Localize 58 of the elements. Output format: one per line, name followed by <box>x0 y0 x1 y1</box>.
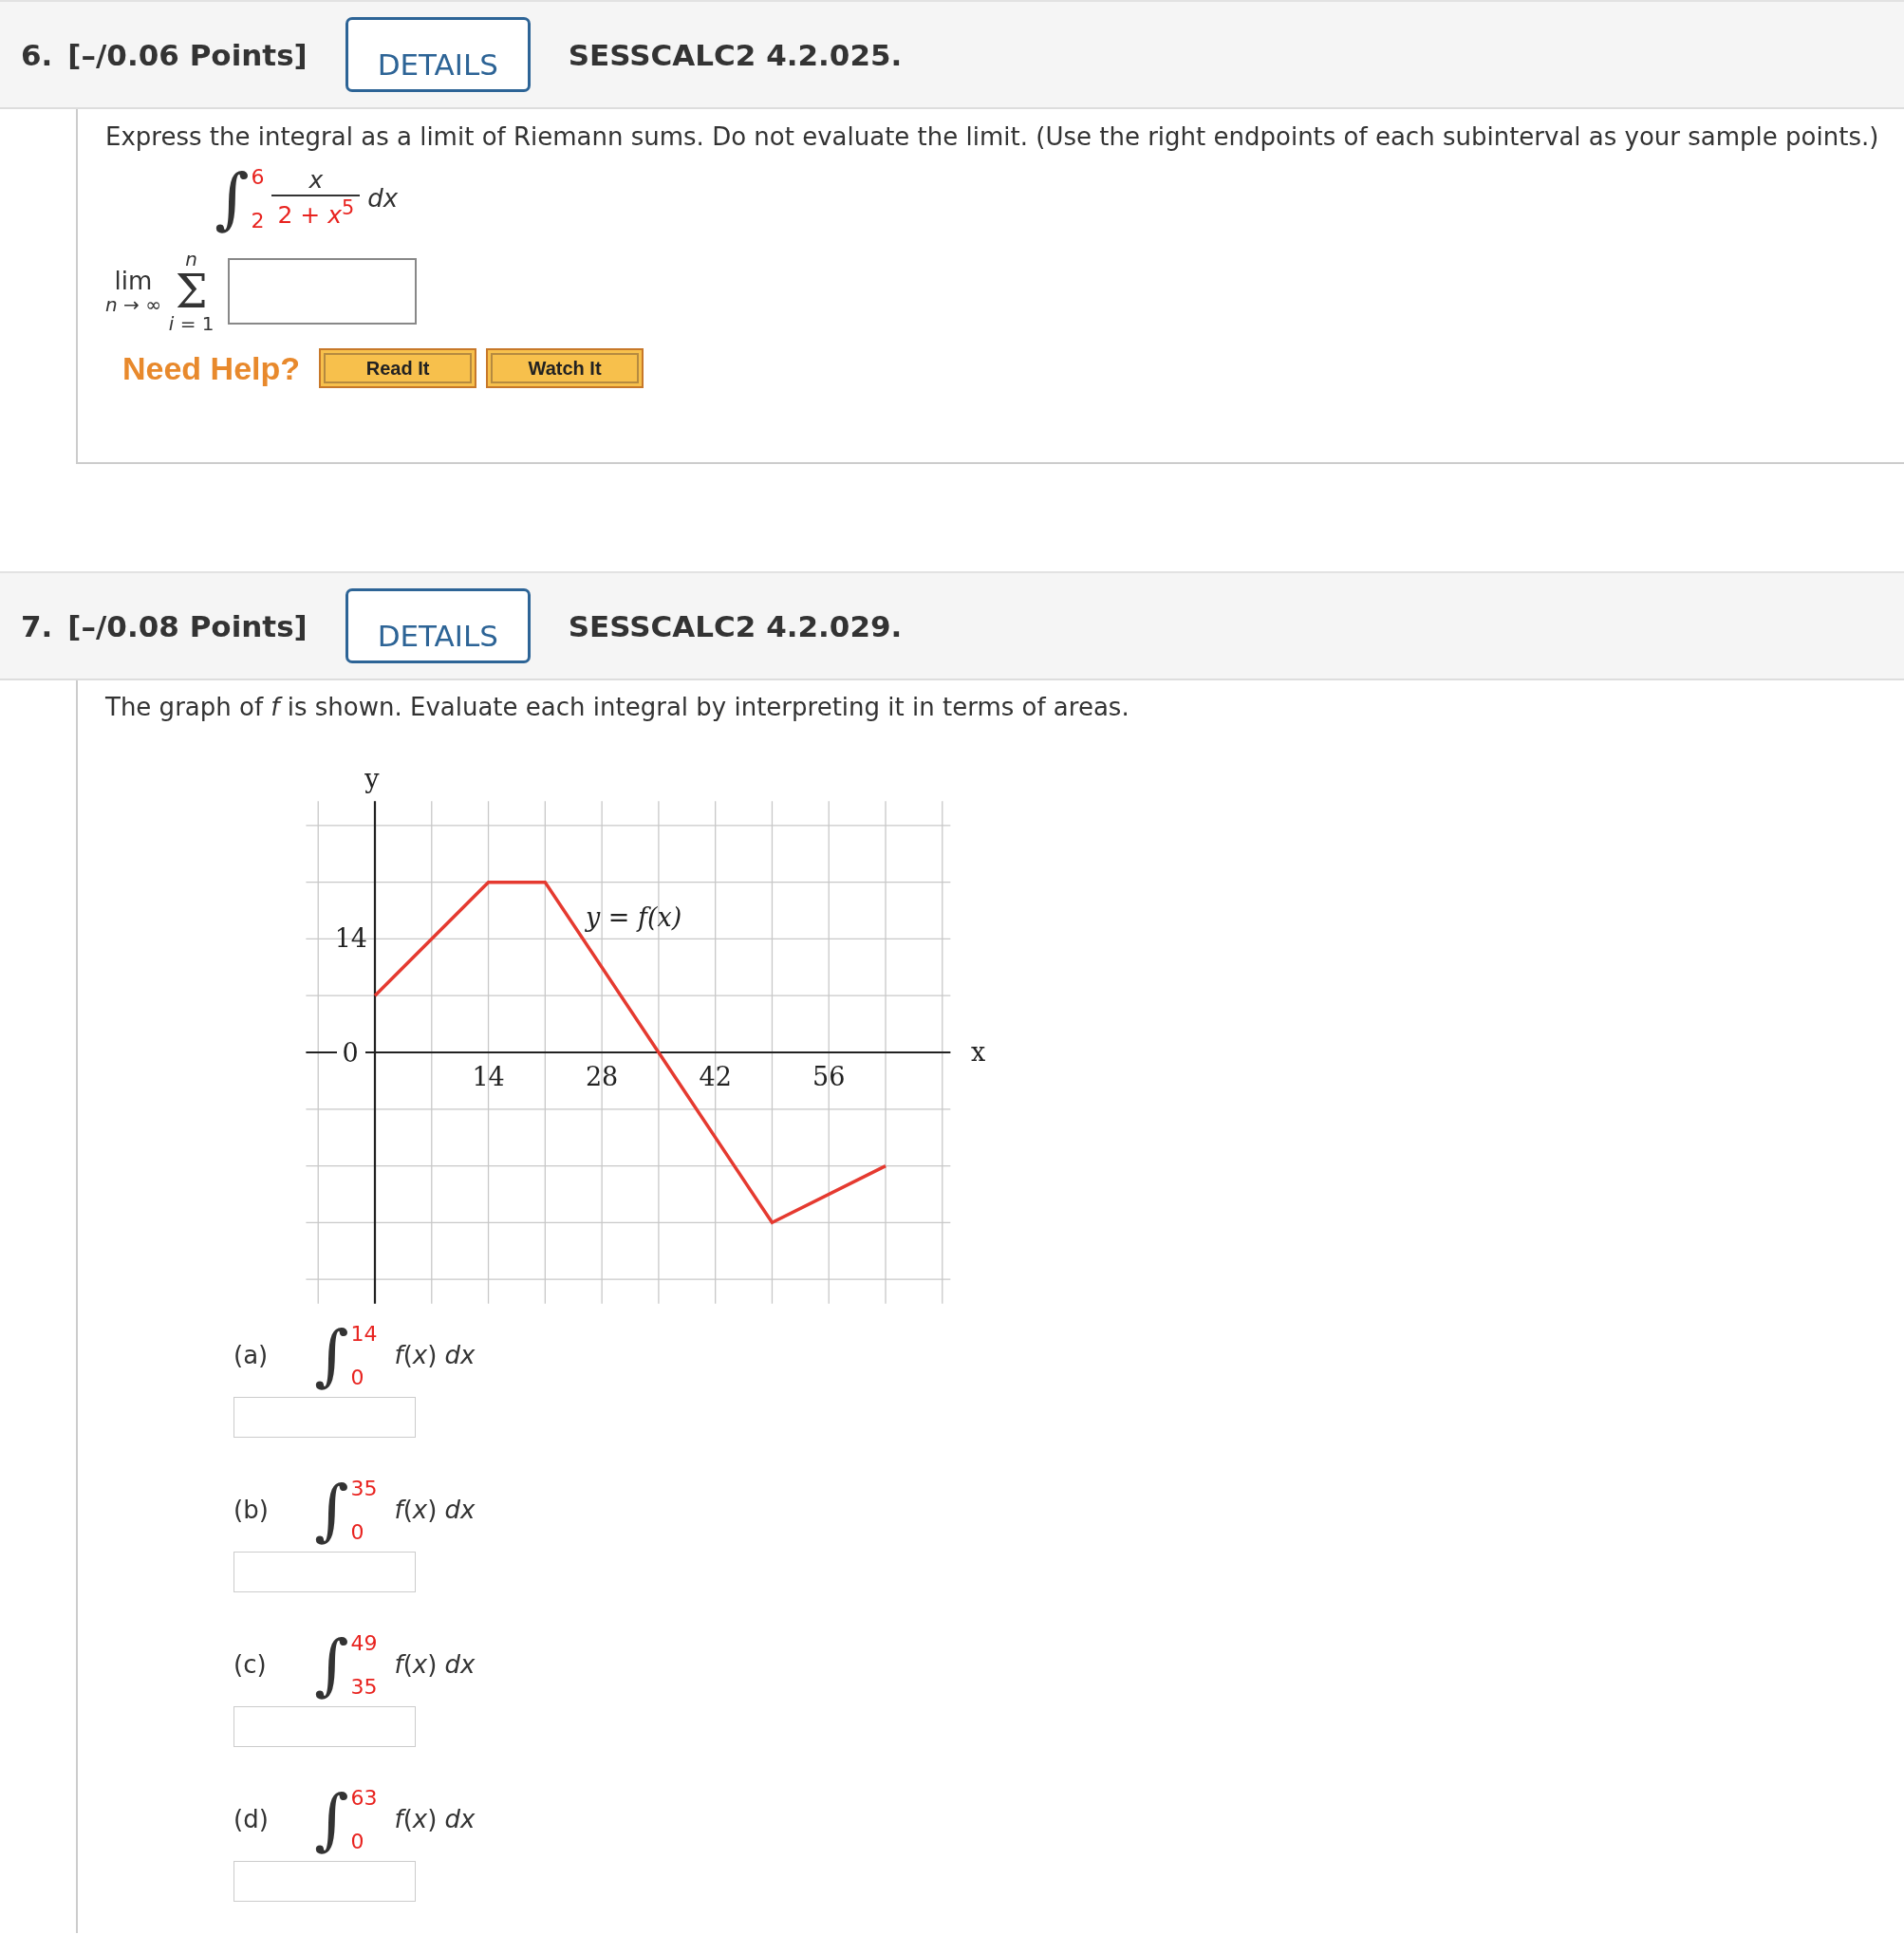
y-axis-label: y <box>364 764 380 793</box>
lower-limit: 0 <box>350 1367 365 1388</box>
integral-sign: ∫ <box>314 1786 349 1852</box>
sum-upper-index: n <box>185 250 198 269</box>
integral-sign: ∫ <box>215 165 250 232</box>
lower-limit: 0 <box>350 1832 365 1852</box>
summation-sign: Σ <box>175 269 208 314</box>
y-tick-label: 14 <box>334 923 367 954</box>
upper-limit: 14 <box>350 1324 378 1345</box>
upper-limit: 63 <box>350 1788 378 1809</box>
answer-field[interactable] <box>233 1397 416 1438</box>
answer-field[interactable] <box>227 258 417 325</box>
x-tick-label: 42 <box>699 1062 732 1091</box>
integrand: f(x) dx <box>394 1805 476 1833</box>
problem-source: SESSCALC2 4.2.029. <box>568 608 903 643</box>
answer-field[interactable] <box>233 1706 416 1747</box>
upper-limit: 49 <box>350 1633 378 1654</box>
lower-limit: 2 <box>251 211 265 232</box>
upper-limit: 6 <box>251 167 265 188</box>
numerator: x <box>308 166 325 195</box>
differential: dx <box>367 184 399 213</box>
integrand: f(x) dx <box>394 1496 476 1524</box>
part-label: (d) <box>233 1805 270 1833</box>
x-tick-label: 56 <box>812 1062 846 1091</box>
limit-operator: lim <box>114 267 153 295</box>
help-button[interactable]: Read It <box>319 348 477 388</box>
origin-label: 0 <box>342 1038 359 1068</box>
answer-field[interactable] <box>233 1552 416 1592</box>
lower-limit: 0 <box>350 1522 365 1543</box>
problem-source: SESSCALC2 4.2.025. <box>568 37 903 72</box>
points-label: [–/0.08 Points] <box>67 608 308 643</box>
question-prompt: The graph of f is shown. Evaluate each integral by interpreting it in terms of areas. <box>105 693 1130 721</box>
denominator: 2 + x$^{5}$ <box>276 196 356 231</box>
question-prompt: Express the integral as a limit of Riemann sums. Do not evaluate the limit. (Use the right endpoints of each subinterval as your sample points.) <box>105 122 1880 151</box>
integral-sign: ∫ <box>314 1477 349 1543</box>
sum-lower-index: i = 1 <box>168 314 215 333</box>
details-button[interactable]: DETAILS <box>345 588 531 663</box>
part-label: (c) <box>233 1650 268 1679</box>
integrand: f(x) dx <box>394 1650 476 1679</box>
details-button[interactable]: DETAILS <box>345 17 531 92</box>
x-tick-label: 28 <box>585 1062 619 1091</box>
points-label: [–/0.06 Points] <box>67 37 308 72</box>
question-number: 7. <box>21 608 53 643</box>
limit-variable: n → ∞ <box>105 294 161 316</box>
x-tick-label: 14 <box>472 1062 505 1091</box>
help-button[interactable]: Watch It <box>486 348 644 388</box>
question-number: 6. <box>21 37 53 72</box>
answer-field[interactable] <box>233 1861 416 1902</box>
integral-sign: ∫ <box>314 1631 349 1698</box>
integral-sign: ∫ <box>314 1322 349 1388</box>
function-label: y = f(x) <box>586 902 682 932</box>
need-help-label: Need Help? <box>122 349 301 387</box>
integrand: f(x) dx <box>394 1341 476 1369</box>
part-label: (a) <box>233 1341 270 1369</box>
upper-limit: 35 <box>350 1478 378 1499</box>
part-label: (b) <box>233 1496 270 1524</box>
lower-limit: 35 <box>350 1677 378 1698</box>
x-axis-label: x <box>971 1037 986 1067</box>
